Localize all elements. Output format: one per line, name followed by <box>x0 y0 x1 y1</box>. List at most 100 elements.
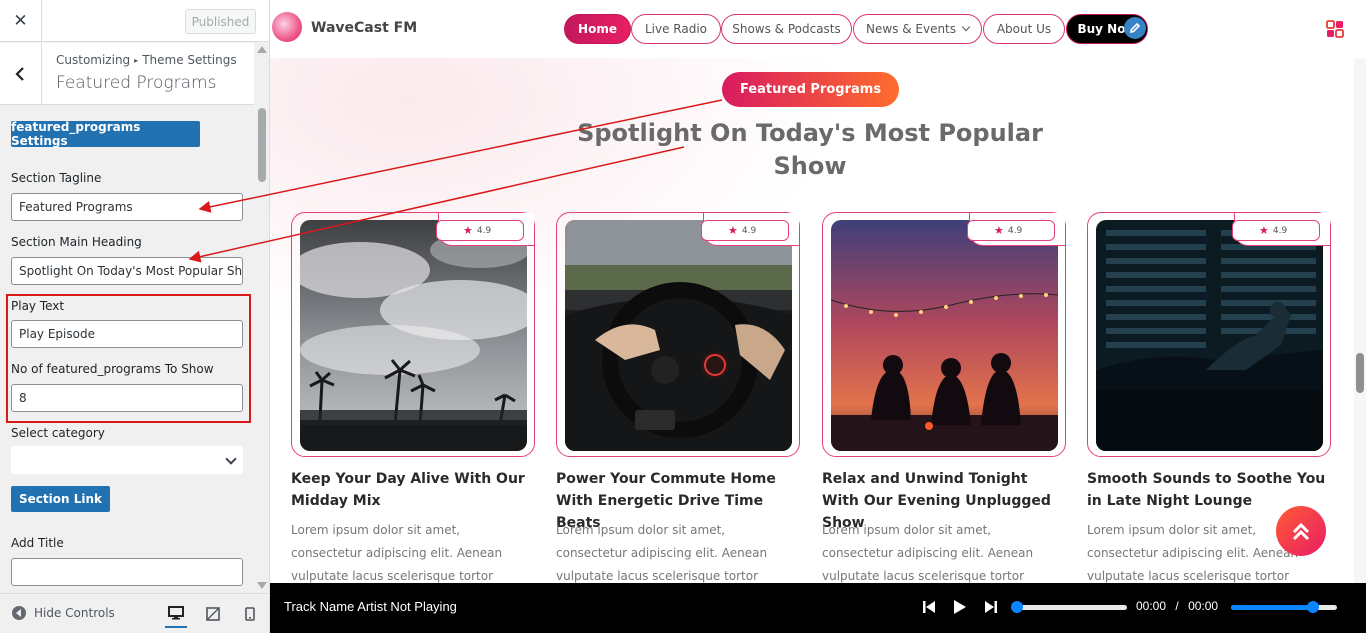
apps-grid-icon[interactable] <box>1326 20 1344 38</box>
section-heading: Spotlight On Today's Most Popular Show <box>577 119 1043 180</box>
add-title-input[interactable] <box>11 558 243 586</box>
star-icon: ★ <box>1259 224 1269 237</box>
logo-icon[interactable] <box>272 12 302 42</box>
select-category-label: Select category <box>11 426 105 440</box>
chevron-down-icon <box>225 453 237 465</box>
previous-track-button[interactable] <box>922 598 936 616</box>
nav-shows-podcasts[interactable]: Shows & Podcasts <box>721 14 852 44</box>
card-title[interactable]: Keep Your Day Alive With Our Midday Mix <box>291 468 535 512</box>
breadcrumb-separator: ▸ <box>134 56 139 65</box>
desktop-preview-button[interactable] <box>165 600 187 628</box>
section-title: Featured Programs <box>56 73 217 93</box>
seek-bar[interactable] <box>1015 605 1127 610</box>
programs-count-input[interactable]: 8 <box>11 384 243 412</box>
program-image-evening[interactable] <box>831 220 1058 451</box>
tagline-input[interactable]: Featured Programs <box>11 193 243 221</box>
star-icon: ★ <box>994 224 1004 237</box>
card-title[interactable]: Smooth Sounds to Soothe You in Late Nigh… <box>1087 468 1331 512</box>
seek-handle[interactable] <box>1011 601 1023 613</box>
skip-back-icon <box>923 601 935 613</box>
tablet-icon <box>206 607 220 621</box>
chevron-left-icon <box>14 67 24 81</box>
card-description: Lorem ipsum dolor sit amet, consectetur … <box>556 523 768 583</box>
program-image-driving[interactable] <box>565 220 792 451</box>
rating-badge: ★ 4.9 <box>436 220 524 241</box>
next-track-button[interactable] <box>984 598 998 616</box>
rating-badge: ★ 4.9 <box>701 220 789 241</box>
play-text-label: Play Text <box>11 299 65 313</box>
customizer-sidebar: ✕ Published Customizing ▸ Theme Settings F… <box>0 0 270 633</box>
rating-badge: ★ 4.9 <box>967 220 1055 241</box>
hide-controls-button[interactable]: Hide Controls <box>12 606 115 620</box>
site-header: WaveCast FM Home Live Radio Shows & Podc… <box>270 0 1366 58</box>
duration: 00:00 <box>1188 599 1219 613</box>
chevron-down-icon <box>961 22 971 32</box>
pencil-icon <box>1129 22 1141 34</box>
play-text-input[interactable]: Play Episode <box>11 320 243 348</box>
scroll-down-arrow[interactable] <box>257 582 267 589</box>
programs-count-label: No of featured_programs To Show <box>11 362 214 376</box>
double-chevron-up-icon <box>1292 522 1310 541</box>
preview-scrollbar[interactable] <box>1354 58 1366 583</box>
rating-badge: ★ 4.9 <box>1232 220 1320 241</box>
category-select[interactable] <box>11 446 243 474</box>
scroll-to-top-button[interactable] <box>1276 506 1326 556</box>
play-button[interactable] <box>953 598 967 616</box>
section-tagline: Featured Programs <box>722 72 899 107</box>
site-logo-text[interactable]: WaveCast FM <box>311 20 417 36</box>
program-image-clouds[interactable] <box>300 220 527 451</box>
skip-forward-icon <box>985 601 997 613</box>
rating-value: 4.9 <box>476 225 492 236</box>
card-description: Lorem ipsum dolor sit amet, consectetur … <box>291 523 503 583</box>
desktop-icon <box>168 606 184 620</box>
volume-level <box>1231 605 1318 610</box>
nav-live-radio[interactable]: Live Radio <box>631 14 721 44</box>
published-button[interactable]: Published <box>185 9 256 34</box>
tagline-label: Section Tagline <box>11 171 102 185</box>
add-title-label: Add Title <box>11 536 64 550</box>
hide-controls-label: Hide Controls <box>34 606 115 620</box>
card-frame: ★ 4.9 <box>556 212 800 457</box>
breadcrumb-parent: Theme Settings <box>142 53 237 67</box>
scroll-up-arrow[interactable] <box>257 46 267 53</box>
tablet-preview-button[interactable] <box>203 604 223 624</box>
section-link-button[interactable]: Section Link <box>11 486 110 512</box>
card-frame: ★ 4.9 <box>291 212 535 457</box>
customizer-footer: Hide Controls <box>0 593 269 633</box>
time-display: 00:00 / 00:00 <box>1136 599 1218 613</box>
time-separator: / <box>1175 599 1179 613</box>
close-icon: ✕ <box>13 11 28 31</box>
sidebar-scroll-thumb[interactable] <box>258 108 266 182</box>
mobile-preview-button[interactable] <box>240 604 260 624</box>
breadcrumb: Customizing ▸ Theme Settings <box>56 53 237 67</box>
star-icon: ★ <box>728 224 738 237</box>
card-description: Lorem ipsum dolor sit amet, consectetur … <box>822 523 1034 583</box>
audio-player: Track Name Artist Not Playing 00:00 / 00… <box>270 583 1366 633</box>
customizer-header: ✕ Published <box>0 0 269 42</box>
back-button[interactable] <box>0 43 42 105</box>
collapse-icon <box>12 606 26 620</box>
rating-value: 4.9 <box>1272 225 1288 236</box>
nav-home[interactable]: Home <box>564 14 631 44</box>
featured-programs-settings-button[interactable]: featured_programs Settings <box>11 120 200 148</box>
edit-shortcut-button[interactable] <box>1124 17 1146 39</box>
mobile-icon <box>245 607 255 621</box>
preview-scroll-thumb[interactable] <box>1356 353 1364 393</box>
play-icon <box>954 600 966 614</box>
nav-news-events-label: News & Events <box>865 22 957 36</box>
track-info: Track Name Artist Not Playing <box>284 599 457 614</box>
program-image-lounge[interactable] <box>1096 220 1323 451</box>
close-customizer-button[interactable]: ✕ <box>0 0 42 42</box>
card-frame: ★ 4.9 <box>1087 212 1331 457</box>
nav-news-events[interactable]: News & Events <box>853 14 982 44</box>
site-preview: WaveCast FM Home Live Radio Shows & Podc… <box>270 0 1366 633</box>
main-heading-label: Section Main Heading <box>11 235 142 249</box>
main-heading-input[interactable]: Spotlight On Today's Most Popular Sho <box>11 257 243 285</box>
rating-value: 4.9 <box>1007 225 1023 236</box>
volume-handle[interactable] <box>1307 601 1319 613</box>
section-header: Customizing ▸ Theme Settings Featured Prog… <box>0 43 254 105</box>
nav-about-us[interactable]: About Us <box>983 14 1065 44</box>
card-frame: ★ 4.9 <box>822 212 1066 457</box>
volume-slider[interactable] <box>1231 605 1337 610</box>
star-icon: ★ <box>463 224 473 237</box>
